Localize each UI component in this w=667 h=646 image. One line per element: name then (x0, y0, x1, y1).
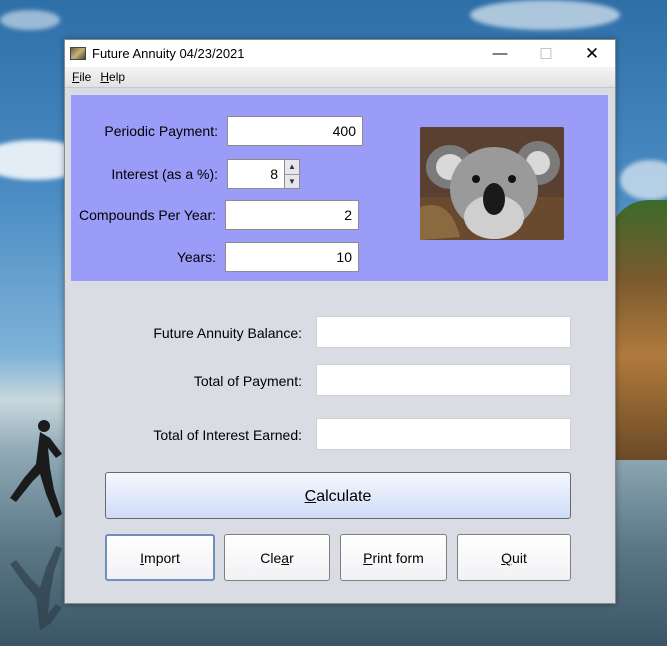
menu-file[interactable]: File (72, 70, 91, 84)
print-label: rint form (372, 550, 424, 566)
print-mnemonic: P (363, 550, 373, 566)
compounds-label: Compounds Per Year: (79, 207, 216, 223)
clear-mnemonic: a (281, 550, 290, 566)
desktop-cliff (609, 200, 667, 460)
menu-bar: File Help (65, 67, 615, 88)
maximize-button[interactable]: ☐ (523, 40, 569, 67)
future-balance-label: Future Annuity Balance: (153, 325, 302, 341)
interest-field[interactable] (227, 159, 285, 189)
runner-reflection (10, 546, 62, 630)
desktop-cloud (620, 160, 667, 200)
close-button[interactable]: ✕ (569, 40, 615, 67)
interest-label: Interest (as a %): (111, 166, 218, 182)
total-payment-output (316, 364, 571, 396)
clear-label-pre: Cle (260, 550, 282, 566)
compounds-field[interactable] (225, 200, 359, 230)
quit-label: uit (512, 550, 527, 566)
window-title: Future Annuity 04/23/2021 (92, 46, 245, 61)
quit-mnemonic: Q (501, 550, 513, 566)
calculate-button[interactable]: Calculate (105, 472, 571, 519)
future-annuity-window: Future Annuity 04/23/2021 — ☐ ✕ File Hel… (64, 39, 616, 604)
koala-app-icon (70, 47, 86, 60)
runner-silhouette (10, 420, 62, 518)
clear-label-rest: r (289, 550, 294, 566)
years-field[interactable] (225, 242, 359, 272)
quit-button[interactable]: Quit (457, 534, 571, 581)
calculate-mnemonic: C (304, 488, 317, 505)
years-label: Years: (176, 249, 216, 265)
total-interest-label: Total of Interest Earned: (153, 427, 302, 443)
import-label: mport (144, 550, 180, 566)
total-interest-output (316, 418, 571, 450)
desktop-cloud (0, 10, 60, 30)
import-button[interactable]: Import (105, 534, 215, 581)
input-panel: Periodic Payment: Interest (as a %): ▲ ▼… (71, 95, 608, 281)
desktop-cloud (470, 0, 620, 30)
arrow-down-icon[interactable]: ▼ (285, 175, 299, 189)
future-balance-output (316, 316, 571, 348)
arrow-up-icon[interactable]: ▲ (285, 160, 299, 175)
menu-help-label: elp (109, 70, 126, 84)
print-form-button[interactable]: Print form (340, 534, 447, 581)
total-payment-label: Total of Payment: (193, 373, 302, 389)
menu-help-mnemonic: H (100, 70, 110, 84)
calculate-label: alculate (316, 488, 372, 505)
koala-image (420, 127, 564, 240)
periodic-payment-label: Periodic Payment: (104, 123, 218, 139)
interest-spinner[interactable]: ▲ ▼ (284, 159, 300, 189)
clear-button[interactable]: Clear (224, 534, 330, 581)
periodic-payment-field[interactable] (227, 116, 363, 146)
title-bar[interactable]: Future Annuity 04/23/2021 — ☐ ✕ (65, 40, 615, 67)
minimize-button[interactable]: — (477, 40, 523, 67)
menu-help[interactable]: Help (100, 70, 125, 84)
menu-file-label: ile (79, 70, 92, 84)
